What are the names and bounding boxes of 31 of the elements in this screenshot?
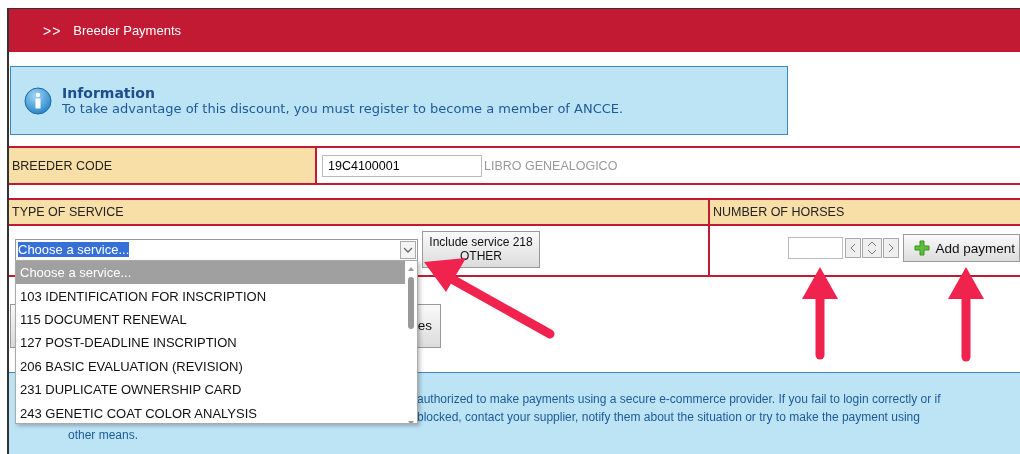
dropdown-option[interactable]: 231 DUPLICATE OWNERSHIP CARD bbox=[16, 377, 405, 402]
column-header: NUMBER OF HORSES bbox=[710, 200, 1020, 226]
add-payment-button[interactable]: Add payment bbox=[903, 234, 1020, 262]
decrement-button[interactable] bbox=[845, 238, 862, 258]
notice-text: blocked, contact your supplier, notify them about the situation or try to make the payment using bbox=[417, 409, 920, 426]
plus-icon bbox=[914, 240, 931, 256]
label-cell: BREEDER CODE bbox=[9, 148, 317, 183]
dropdown-option[interactable]: 206 BASIC EVALUATION (REVISION) bbox=[16, 354, 405, 378]
include-service-button[interactable]: Include service 218 OTHER bbox=[422, 231, 540, 268]
info-message: To take advantage of this discount, you must register to become a member of ANCCE. bbox=[62, 101, 624, 116]
horses-input-field[interactable] bbox=[788, 237, 844, 259]
chevron-right-icon bbox=[887, 243, 896, 253]
column-header: TYPE OF SERVICE bbox=[9, 200, 708, 226]
breeder-code-field[interactable]: 19C4100001 bbox=[322, 154, 482, 177]
stepper-button[interactable] bbox=[862, 238, 883, 258]
dropdown-option[interactable]: 243 GENETIC COAT COLOR ANALYSIS bbox=[16, 401, 405, 423]
notice-text: authorized to make payments using a secure e-commerce provider. If you fail to login correctly or if bbox=[417, 391, 941, 408]
increment-button[interactable] bbox=[883, 238, 900, 258]
info-title: Information bbox=[62, 85, 156, 101]
dropdown-option[interactable]: 115 DOCUMENT RENEWAL bbox=[16, 307, 405, 332]
registry-note: LIBRO GENEALOGICO bbox=[484, 158, 618, 173]
notice-text: other means. bbox=[68, 427, 139, 444]
page-title: Breeder Payments bbox=[73, 23, 182, 38]
service-select[interactable]: Choose a service... bbox=[15, 238, 418, 261]
dropdown-option[interactable]: 103 IDENTIFICATION FOR INSCRIPTION bbox=[16, 284, 405, 308]
up-down-icon bbox=[866, 240, 879, 256]
header-marker: >> bbox=[43, 22, 62, 39]
select-value: Choose a service... bbox=[18, 242, 130, 257]
dropdown-option[interactable]: 127 POST-DEADLINE INSCRIPTION bbox=[16, 331, 405, 355]
chevron-left-icon bbox=[849, 243, 858, 253]
info-icon bbox=[24, 86, 52, 115]
